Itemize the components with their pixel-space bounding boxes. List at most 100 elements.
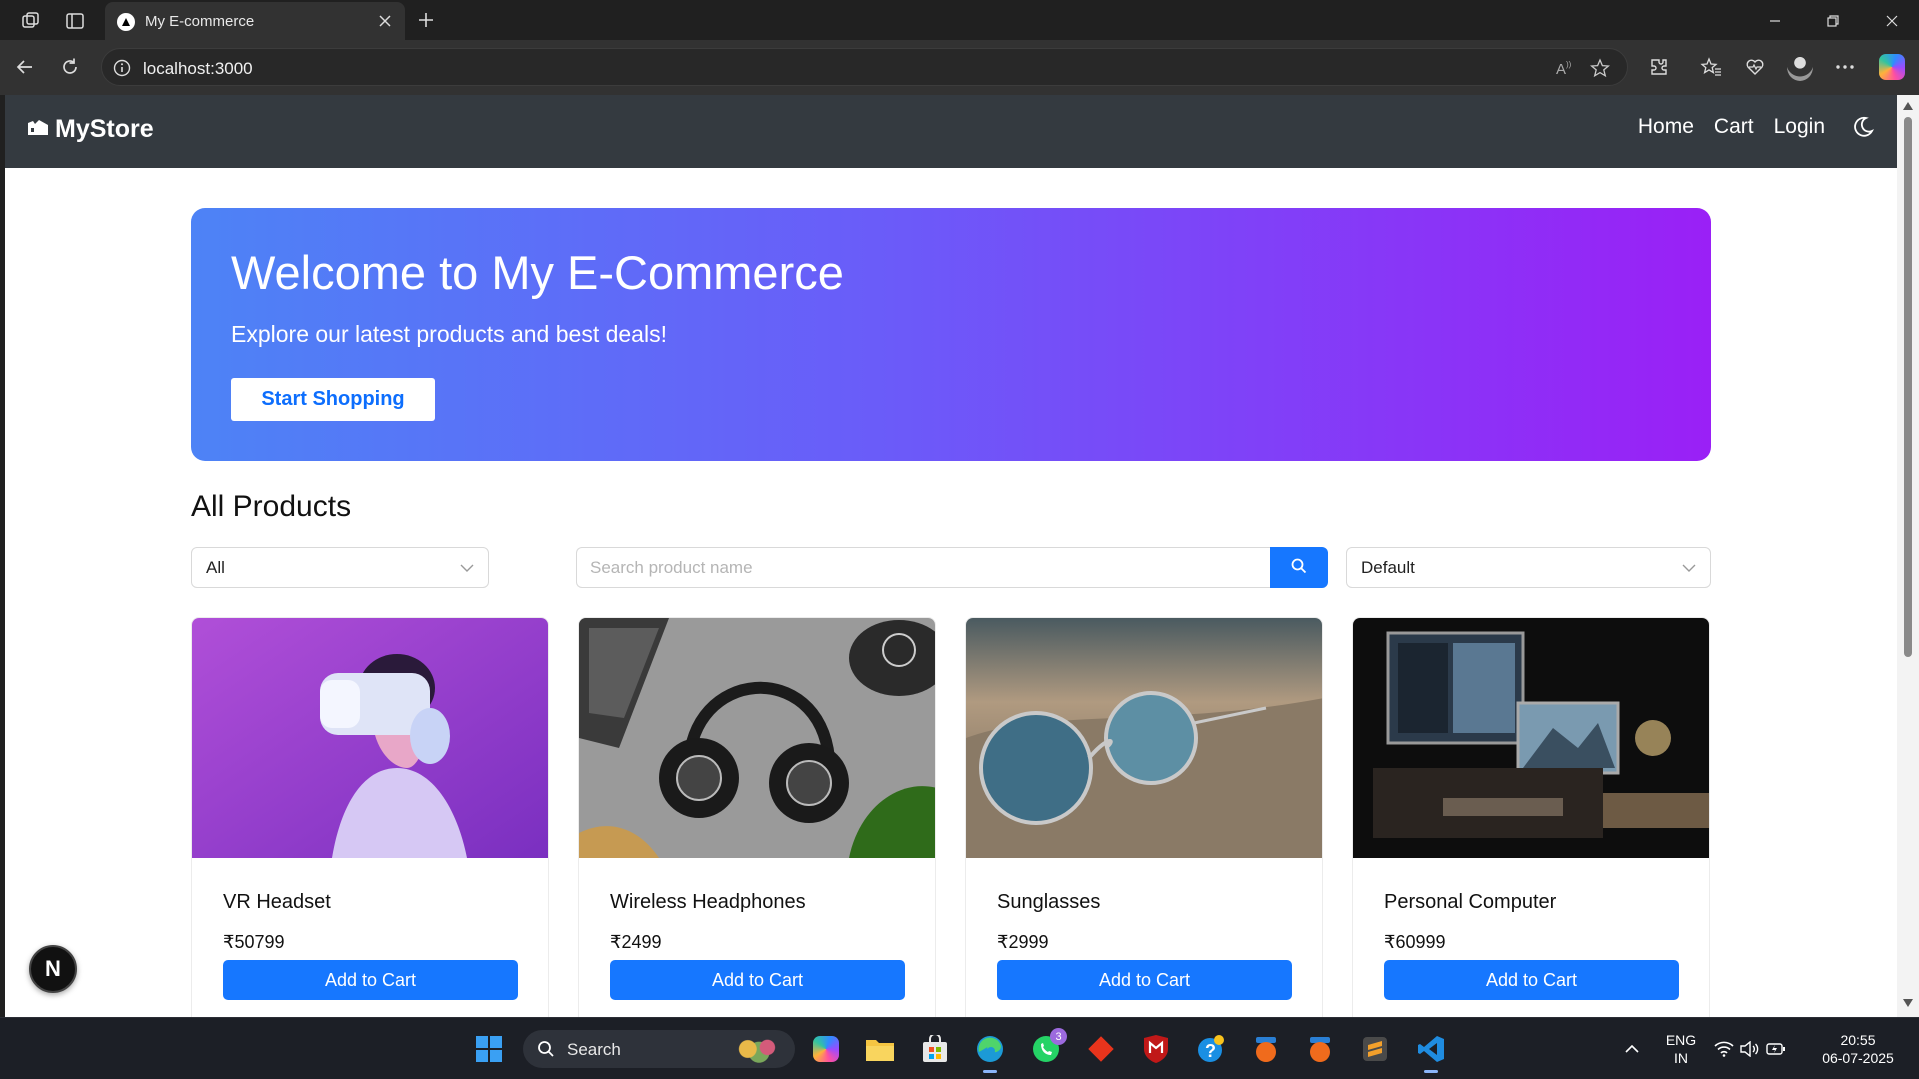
start-shopping-button[interactable]: Start Shopping [231, 378, 435, 421]
product-name[interactable]: Personal Computer [1384, 891, 1556, 914]
copilot-icon[interactable] [1879, 54, 1905, 80]
nav-links: Home Cart Login [1638, 115, 1875, 139]
active-tab[interactable]: My E-commerce [105, 2, 405, 40]
address-bar-row: localhost:3000 A)) [0, 40, 1919, 95]
help-app-icon[interactable]: ? [1194, 1032, 1228, 1066]
git-app-icon[interactable] [1084, 1032, 1118, 1066]
product-name[interactable]: Wireless Headphones [610, 891, 806, 914]
svg-text:A: A [1556, 61, 1566, 78]
web-page: MyStore Home Cart Login Welcome to My E-… [5, 95, 1897, 1017]
show-hidden-icons-icon[interactable] [1615, 1032, 1649, 1066]
new-tab-icon[interactable] [414, 8, 438, 32]
app-shortcut-icon[interactable] [1249, 1032, 1283, 1066]
dark-mode-toggle-icon[interactable] [1851, 115, 1875, 139]
category-select[interactable]: All [191, 547, 489, 588]
sort-select-value: Default [1361, 558, 1415, 577]
language-indicator[interactable]: ENG IN [1663, 1031, 1699, 1067]
product-card: Wireless Headphones ₹2499 Add to Cart [578, 617, 936, 1017]
sublime-text-icon[interactable] [1358, 1032, 1392, 1066]
chevron-down-icon [458, 559, 476, 577]
svg-text:)): )) [1566, 60, 1572, 69]
product-card: Sunglasses ₹2999 Add to Cart [965, 617, 1323, 1017]
mcafee-icon[interactable] [1139, 1032, 1173, 1066]
whatsapp-notification-badge: 3 [1050, 1028, 1067, 1045]
scroll-up-icon[interactable] [1903, 101, 1913, 111]
browser-tab-bar: My E-commerce [0, 0, 1919, 40]
search-button[interactable] [1270, 547, 1328, 588]
product-name[interactable]: VR Headset [223, 891, 331, 914]
vertical-tabs-icon[interactable] [62, 8, 88, 34]
volume-icon[interactable] [1738, 1032, 1762, 1066]
windows-taskbar: Search 3 ? ENG IN 20:55 06-07-2025 [0, 1017, 1919, 1079]
close-window-icon[interactable] [1879, 8, 1905, 34]
nav-cart-link[interactable]: Cart [1714, 115, 1754, 139]
search-input[interactable] [576, 547, 1270, 588]
read-aloud-icon[interactable]: A)) [1554, 57, 1576, 79]
clock-date: 06-07-2025 [1822, 1050, 1894, 1066]
product-card: VR Headset ₹50799 Add to Cart [191, 617, 549, 1017]
clock[interactable]: 20:55 06-07-2025 [1808, 1031, 1908, 1067]
product-name[interactable]: Sunglasses [997, 891, 1100, 914]
taskbar-search[interactable]: Search [523, 1030, 795, 1068]
brand-logo[interactable]: MyStore [27, 115, 154, 144]
headphones-photo[interactable] [579, 618, 935, 858]
nextjs-dev-indicator[interactable]: N [29, 945, 77, 993]
extensions-icon[interactable] [1646, 54, 1672, 80]
battery-icon[interactable] [1764, 1032, 1788, 1066]
add-to-cart-button[interactable]: Add to Cart [997, 960, 1292, 1000]
nav-login-link[interactable]: Login [1774, 115, 1825, 139]
category-select-value: All [206, 558, 225, 577]
product-search [576, 547, 1328, 588]
vr-headset-photo[interactable] [192, 618, 548, 858]
search-icon [1291, 558, 1307, 577]
product-price: ₹2499 [610, 932, 662, 952]
nav-home-link[interactable]: Home [1638, 115, 1694, 139]
add-to-cart-button[interactable]: Add to Cart [1384, 960, 1679, 1000]
favorites-icon[interactable] [1698, 54, 1724, 80]
section-title: All Products [191, 490, 352, 523]
brand-name: MyStore [55, 115, 154, 143]
add-to-cart-button[interactable]: Add to Cart [223, 960, 518, 1000]
whatsapp-icon[interactable]: 3 [1029, 1028, 1067, 1066]
site-navbar: MyStore Home Cart Login [5, 95, 1897, 168]
file-explorer-icon[interactable] [863, 1032, 897, 1066]
search-highlight-icon [731, 1033, 787, 1065]
reload-icon[interactable] [57, 54, 83, 80]
close-tab-icon[interactable] [375, 11, 395, 31]
page-scrollbar[interactable] [1897, 95, 1919, 1017]
more-options-icon[interactable] [1832, 54, 1858, 80]
svg-text:?: ? [1205, 1041, 1216, 1061]
vscode-icon[interactable] [1414, 1032, 1448, 1073]
copilot-app-icon[interactable] [809, 1032, 843, 1066]
profile-avatar-icon[interactable] [1787, 53, 1813, 81]
microsoft-store-icon[interactable] [918, 1032, 952, 1066]
url-bar[interactable]: localhost:3000 A)) [101, 48, 1628, 86]
browser-essentials-icon[interactable] [1742, 54, 1768, 80]
nextjs-favicon-icon [117, 13, 135, 31]
wifi-icon[interactable] [1712, 1032, 1736, 1066]
site-info-icon[interactable] [112, 58, 132, 78]
product-price: ₹2999 [997, 932, 1049, 952]
store-icon [27, 115, 49, 144]
sort-select[interactable]: Default [1346, 547, 1711, 588]
hero-subtitle: Explore our latest products and best dea… [231, 321, 667, 347]
computer-photo[interactable] [1353, 618, 1709, 858]
region-code: IN [1674, 1050, 1688, 1066]
active-app-indicator [983, 1070, 997, 1073]
url-text[interactable]: localhost:3000 [143, 59, 253, 79]
minimize-icon[interactable] [1762, 8, 1788, 34]
favorite-star-icon[interactable] [1589, 57, 1611, 79]
app-shortcut-icon[interactable] [1303, 1032, 1337, 1066]
scroll-down-icon[interactable] [1903, 998, 1913, 1008]
hero-banner: Welcome to My E-Commerce Explore our lat… [191, 208, 1711, 461]
product-card: Personal Computer ₹60999 Add to Cart [1352, 617, 1710, 1017]
restore-icon[interactable] [1820, 8, 1846, 34]
sunglasses-photo[interactable] [966, 618, 1322, 858]
add-to-cart-button[interactable]: Add to Cart [610, 960, 905, 1000]
product-grid: VR Headset ₹50799 Add to Cart Wireless H… [191, 617, 1711, 1017]
workspaces-icon[interactable] [18, 8, 44, 34]
scrollbar-thumb[interactable] [1904, 117, 1912, 657]
edge-browser-icon[interactable] [973, 1032, 1007, 1073]
back-icon[interactable] [12, 54, 38, 80]
windows-start-icon[interactable] [472, 1032, 506, 1066]
